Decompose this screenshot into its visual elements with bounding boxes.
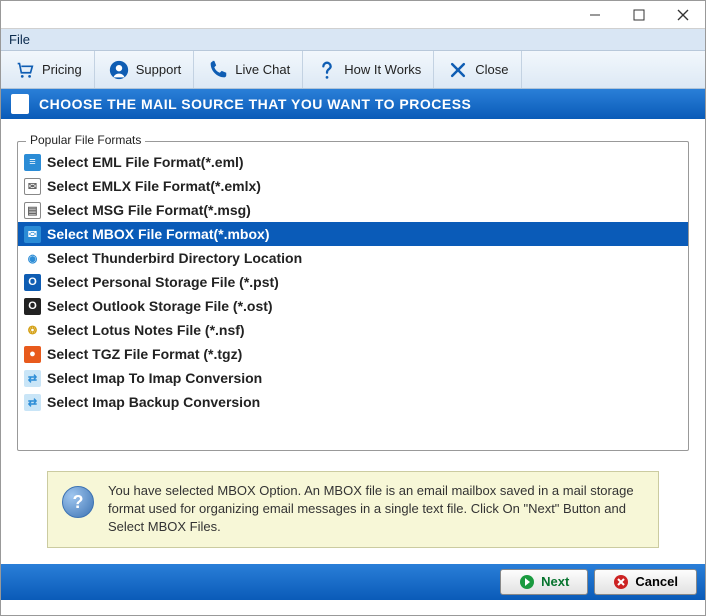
format-icon: ⇄ bbox=[24, 370, 41, 387]
toolbar: Pricing Support Live Chat How It Works C… bbox=[1, 51, 705, 89]
next-icon bbox=[519, 574, 535, 590]
format-label: Select Outlook Storage File (*.ost) bbox=[47, 298, 273, 314]
main-content: Popular File Formats ≡ Select EML File Fo… bbox=[1, 119, 705, 564]
menu-file[interactable]: File bbox=[9, 32, 30, 47]
minimize-button[interactable] bbox=[573, 1, 617, 28]
question-icon bbox=[315, 58, 339, 82]
format-label: Select EML File Format(*.eml) bbox=[47, 154, 244, 170]
format-option[interactable]: O Select Personal Storage File (*.pst) bbox=[18, 270, 688, 294]
format-label: Select EMLX File Format(*.emlx) bbox=[47, 178, 261, 194]
next-button[interactable]: Next bbox=[500, 569, 588, 595]
close-button[interactable]: Close bbox=[434, 51, 521, 88]
cancel-label: Cancel bbox=[635, 574, 678, 589]
format-label: Select Imap To Imap Conversion bbox=[47, 370, 262, 386]
format-icon: ✉ bbox=[24, 226, 41, 243]
howitworks-label: How It Works bbox=[344, 62, 421, 77]
close-icon bbox=[446, 58, 470, 82]
format-option[interactable]: ⇄ Select Imap Backup Conversion bbox=[18, 390, 688, 414]
howitworks-button[interactable]: How It Works bbox=[303, 51, 434, 88]
menubar: File bbox=[1, 29, 705, 51]
window-titlebar bbox=[1, 1, 705, 29]
format-icon: ◉ bbox=[24, 250, 41, 267]
cart-icon bbox=[13, 58, 37, 82]
format-option[interactable]: ▤ Select MSG File Format(*.msg) bbox=[18, 198, 688, 222]
document-icon bbox=[11, 94, 29, 114]
maximize-button[interactable] bbox=[617, 1, 661, 28]
footer-bar: Next Cancel bbox=[1, 564, 705, 600]
page-title: CHOOSE THE MAIL SOURCE THAT YOU WANT TO … bbox=[39, 96, 471, 112]
livechat-button[interactable]: Live Chat bbox=[194, 51, 303, 88]
info-icon: ? bbox=[62, 486, 94, 518]
format-label: Select Imap Backup Conversion bbox=[47, 394, 260, 410]
format-icon: ⇄ bbox=[24, 394, 41, 411]
support-button[interactable]: Support bbox=[95, 51, 195, 88]
close-window-button[interactable] bbox=[661, 1, 705, 28]
cancel-icon bbox=[613, 574, 629, 590]
format-option[interactable]: ≡ Select EML File Format(*.eml) bbox=[18, 150, 688, 174]
format-icon: ✉ bbox=[24, 178, 41, 195]
format-icon: ❂ bbox=[24, 322, 41, 339]
format-icon: ● bbox=[24, 346, 41, 363]
headset-icon bbox=[107, 58, 131, 82]
format-list: ≡ Select EML File Format(*.eml) ✉ Select EM… bbox=[18, 150, 688, 442]
page-header: CHOOSE THE MAIL SOURCE THAT YOU WANT TO … bbox=[1, 89, 705, 119]
format-option[interactable]: ◉ Select Thunderbird Directory Location bbox=[18, 246, 688, 270]
info-box: ? You have selected MBOX Option. An MBOX… bbox=[47, 471, 659, 548]
format-icon: O bbox=[24, 274, 41, 291]
format-icon: ≡ bbox=[24, 154, 41, 171]
format-option[interactable]: ✉ Select EMLX File Format(*.emlx) bbox=[18, 174, 688, 198]
format-option[interactable]: ● Select TGZ File Format (*.tgz) bbox=[18, 342, 688, 366]
format-label: Select Personal Storage File (*.pst) bbox=[47, 274, 279, 290]
livechat-label: Live Chat bbox=[235, 62, 290, 77]
format-label: Select MSG File Format(*.msg) bbox=[47, 202, 251, 218]
pricing-button[interactable]: Pricing bbox=[1, 51, 95, 88]
format-label: Select Thunderbird Directory Location bbox=[47, 250, 302, 266]
format-option[interactable]: ❂ Select Lotus Notes File (*.nsf) bbox=[18, 318, 688, 342]
next-label: Next bbox=[541, 574, 569, 589]
format-option[interactable]: ✉ Select MBOX File Format(*.mbox) bbox=[18, 222, 688, 246]
file-formats-group: Popular File Formats ≡Select EML File Fo… bbox=[17, 141, 689, 451]
format-label: Select MBOX File Format(*.mbox) bbox=[47, 226, 269, 242]
format-option[interactable]: O Select Outlook Storage File (*.ost) bbox=[18, 294, 688, 318]
format-label: Select TGZ File Format (*.tgz) bbox=[47, 346, 242, 362]
cancel-button[interactable]: Cancel bbox=[594, 569, 697, 595]
phone-icon bbox=[206, 58, 230, 82]
group-legend: Popular File Formats bbox=[26, 133, 145, 147]
format-option[interactable]: ⇄ Select Imap To Imap Conversion bbox=[18, 366, 688, 390]
format-icon: ▤ bbox=[24, 202, 41, 219]
format-icon: O bbox=[24, 298, 41, 315]
close-label: Close bbox=[475, 62, 508, 77]
format-label: Select Lotus Notes File (*.nsf) bbox=[47, 322, 245, 338]
pricing-label: Pricing bbox=[42, 62, 82, 77]
info-text: You have selected MBOX Option. An MBOX f… bbox=[108, 482, 644, 537]
support-label: Support bbox=[136, 62, 182, 77]
